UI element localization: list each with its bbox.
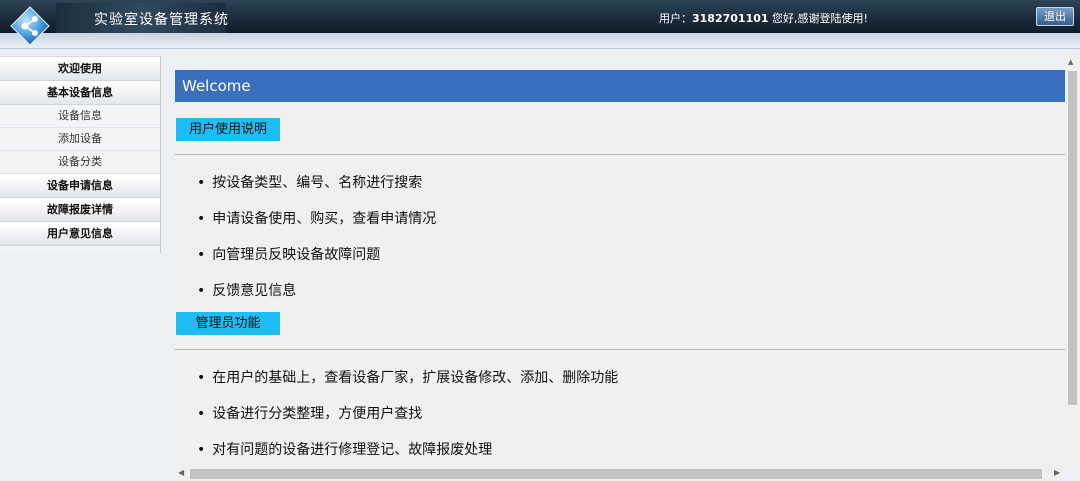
user-label: 用户：	[659, 12, 692, 25]
sidebar-item-equipment-application[interactable]: 设备申请信息	[0, 174, 160, 198]
sidebar-item-add-equipment[interactable]: 添加设备	[0, 128, 160, 151]
sidebar-item-equipment-category[interactable]: 设备分类	[0, 151, 160, 174]
main-content: Welcome 用户使用说明 按设备类型、编号、名称进行搜索 申请设备使用、购买…	[175, 70, 1065, 466]
list-item: 按设备类型、编号、名称进行搜索	[197, 172, 422, 192]
sidebar: 欢迎使用 基本设备信息 设备信息 添加设备 设备分类 设备申请信息 故障报废详情…	[0, 56, 161, 253]
section-title-user-guide: 用户使用说明	[176, 118, 280, 141]
app-logo-icon	[10, 6, 50, 46]
list-item: 在用户的基础上，查看设备厂家，扩展设备修改、添加、删除功能	[197, 367, 618, 387]
user-id: 3182701101	[692, 12, 769, 25]
list-item: 申请设备使用、购买，查看申请情况	[197, 208, 436, 228]
list-item: 反馈意见信息	[197, 280, 296, 300]
greeting-text: 您好,感谢登陆使用!	[768, 12, 868, 25]
list-item: 向管理员反映设备故障问题	[197, 244, 380, 264]
sidebar-item-welcome[interactable]: 欢迎使用	[0, 57, 160, 81]
app-title: 实验室设备管理系统	[94, 12, 229, 28]
welcome-bar: Welcome	[175, 70, 1065, 102]
list-item: 对有问题的设备进行修理登记、故障报废处理	[197, 439, 492, 459]
sidebar-item-basic-equipment[interactable]: 基本设备信息	[0, 81, 160, 105]
scroll-right-arrow-icon[interactable]: ▶	[1054, 468, 1060, 477]
sidebar-item-equipment-info[interactable]: 设备信息	[0, 105, 160, 128]
vertical-scroll-thumb[interactable]	[1068, 71, 1077, 405]
sidebar-item-user-feedback[interactable]: 用户意见信息	[0, 222, 160, 246]
section-divider	[175, 349, 1065, 350]
scroll-up-arrow-icon[interactable]: ▲	[1068, 58, 1073, 66]
horizontal-scroll-thumb[interactable]	[190, 469, 1042, 479]
header-stripe	[0, 33, 1080, 49]
user-greeting: 用户：3182701101 您好,感谢登陆使用!	[659, 10, 868, 26]
scroll-left-arrow-icon[interactable]: ◀	[178, 468, 184, 477]
logout-button[interactable]: 退出	[1036, 7, 1074, 26]
section-title-admin-functions: 管理员功能	[176, 312, 280, 335]
section-divider	[175, 154, 1065, 155]
sidebar-item-fault-scrap[interactable]: 故障报废详情	[0, 198, 160, 222]
list-item: 设备进行分类整理，方便用户查找	[197, 403, 422, 423]
